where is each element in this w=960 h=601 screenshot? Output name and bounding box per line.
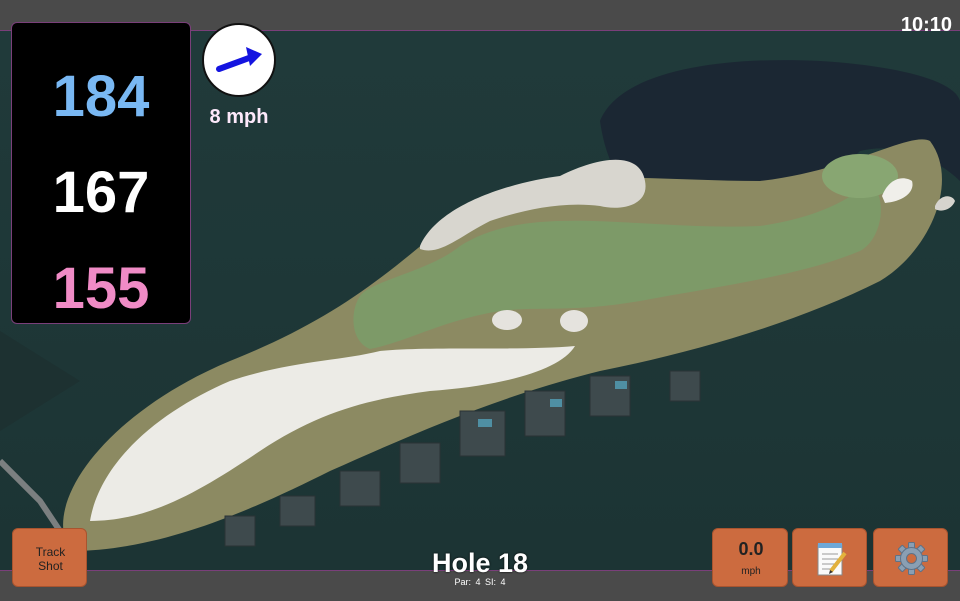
hole-info: Par: 4 SI: 4 bbox=[380, 577, 580, 587]
wind-value: 0.0 bbox=[738, 539, 764, 559]
wind-speed-label: 8 mph bbox=[209, 106, 269, 128]
notes-button[interactable] bbox=[792, 528, 867, 587]
middle-distance: 167 bbox=[52, 160, 150, 225]
notepad-icon bbox=[817, 543, 847, 576]
wind-direction-arrow-icon bbox=[216, 47, 262, 72]
wind-indicator bbox=[202, 23, 276, 97]
par-label: Par: 4 bbox=[454, 577, 481, 587]
track-shot-button[interactable]: Track Shot bbox=[12, 528, 87, 587]
hole-title: Hole 18 bbox=[431, 548, 529, 578]
clock: 10:10 bbox=[900, 14, 952, 36]
wind-speed-button[interactable]: 0.0 mph bbox=[712, 528, 788, 587]
wind-unit: mph bbox=[741, 566, 761, 577]
front-distance: 155 bbox=[52, 256, 150, 321]
bunker-small-2 bbox=[560, 310, 588, 332]
track-shot-label: Track Shot bbox=[35, 545, 66, 573]
gear-icon bbox=[895, 542, 928, 575]
bunker-small-1 bbox=[492, 310, 522, 330]
stroke-index-label: SI: 4 bbox=[485, 577, 506, 587]
distance-panel: 184 167 155 bbox=[11, 22, 191, 324]
settings-button[interactable] bbox=[873, 528, 948, 587]
back-distance: 184 bbox=[52, 64, 150, 129]
